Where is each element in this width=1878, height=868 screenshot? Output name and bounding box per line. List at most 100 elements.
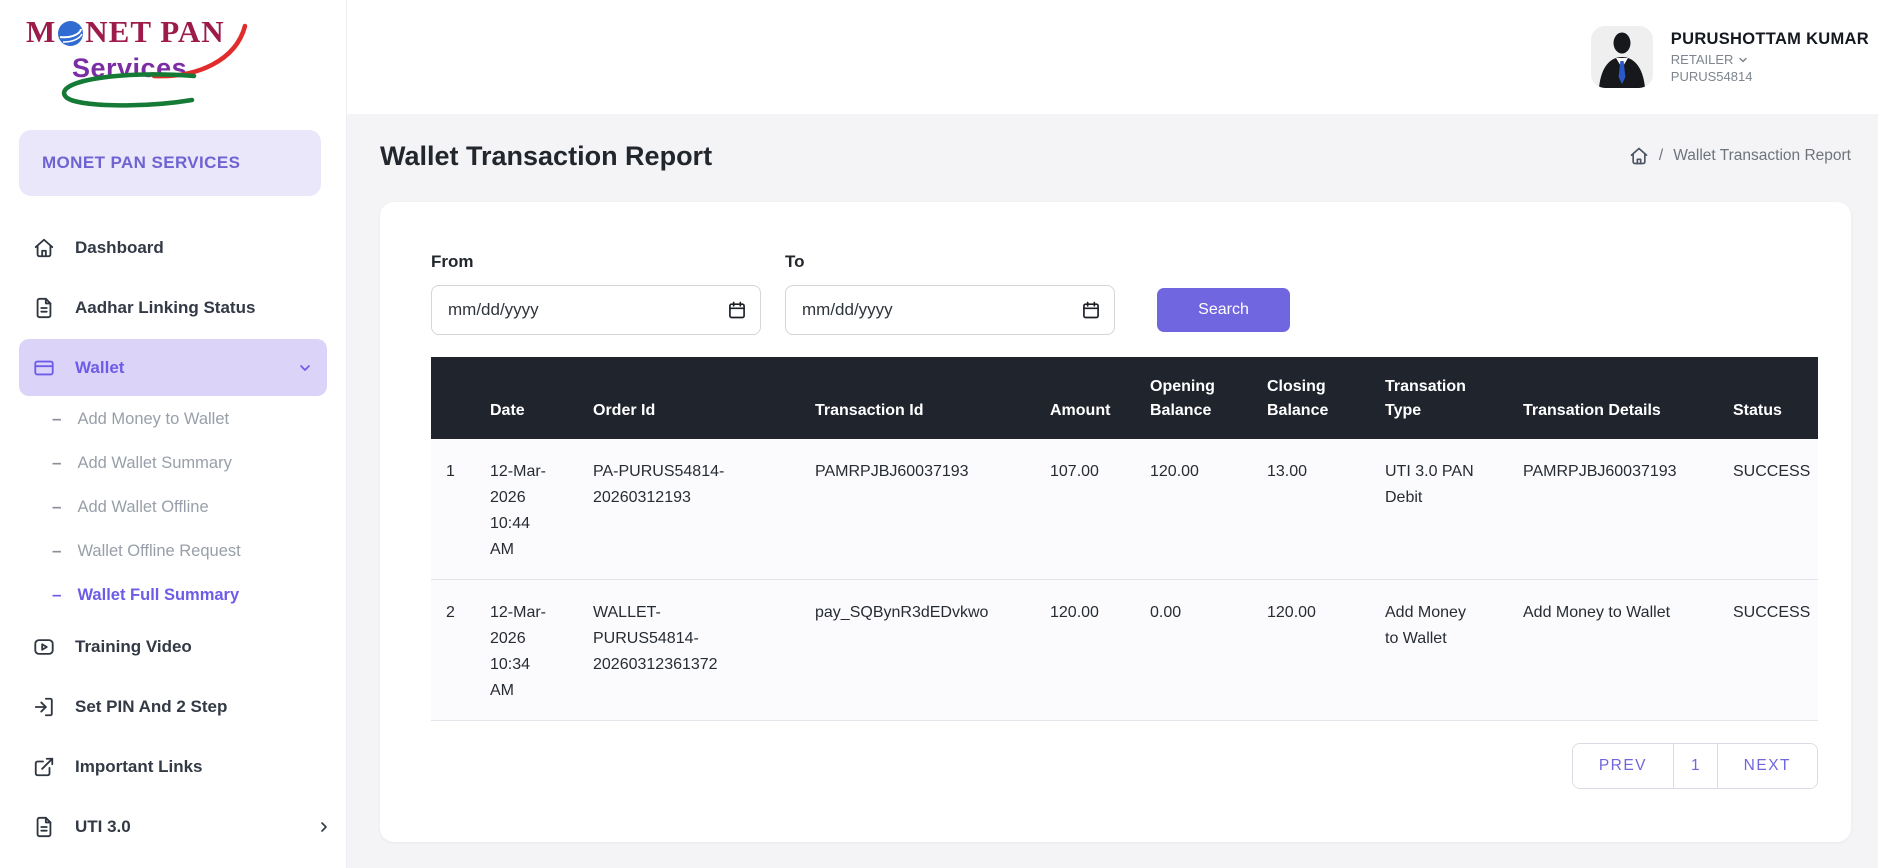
cell-status: SUCCESS bbox=[1718, 580, 1818, 721]
pager-group: PREV 1 NEXT bbox=[1572, 743, 1818, 789]
from-field: From bbox=[431, 252, 761, 335]
sidebar-item-aadhar-linking-status[interactable]: Aadhar Linking Status bbox=[0, 278, 346, 338]
page-head: Wallet Transaction Report / Wallet Trans… bbox=[380, 134, 1851, 178]
brand-box: MONET PAN SERVICES bbox=[19, 130, 321, 196]
to-field: To bbox=[785, 252, 1115, 335]
col-index bbox=[431, 357, 475, 439]
cell-amount: 107.00 bbox=[1035, 439, 1135, 580]
col-order-id: Order Id bbox=[578, 357, 800, 439]
cell-status: SUCCESS bbox=[1718, 439, 1818, 580]
sidebar-item-uti-3-0[interactable]: UTI 3.0 bbox=[0, 797, 346, 857]
col-transaction-id: Transaction Id bbox=[800, 357, 1035, 439]
cell-index: 1 bbox=[431, 439, 475, 580]
sidebar-item-label: Wallet bbox=[75, 358, 124, 378]
to-label: To bbox=[785, 252, 1115, 272]
page-title: Wallet Transaction Report bbox=[380, 141, 712, 172]
chevron-down-icon bbox=[1737, 54, 1749, 66]
dash-prefix: – bbox=[52, 409, 61, 429]
page-number-button[interactable]: 1 bbox=[1673, 744, 1717, 788]
cell-opening-balance: 0.00 bbox=[1135, 580, 1252, 721]
dash-prefix: – bbox=[52, 497, 61, 517]
sidebar-item-label: Dashboard bbox=[75, 238, 164, 258]
home-icon bbox=[33, 237, 55, 259]
cell-order-id: WALLET-PURUS54814-20260312361372 bbox=[578, 580, 800, 721]
brand-box-label: MONET PAN SERVICES bbox=[42, 153, 240, 173]
pagination: PREV 1 NEXT bbox=[431, 743, 1818, 789]
sidebar-subitem-add-wallet-offline[interactable]: – Add Wallet Offline bbox=[0, 485, 346, 529]
col-transation-details: Transation Details bbox=[1508, 357, 1718, 439]
sidebar-item-training-video[interactable]: Training Video bbox=[0, 617, 346, 677]
prev-page-button[interactable]: PREV bbox=[1573, 744, 1673, 788]
user-id: PURUS54814 bbox=[1671, 69, 1869, 84]
user-role-selector[interactable]: RETAILER bbox=[1671, 52, 1869, 67]
sidebar-subitem-label: Add Wallet Offline bbox=[77, 498, 208, 517]
cell-transation-details: Add Money to Wallet bbox=[1508, 580, 1718, 721]
sidebar-item-label: Set PIN And 2 Step bbox=[75, 697, 227, 717]
calendar-icon[interactable] bbox=[1081, 300, 1101, 320]
sidebar-subitem-label: Add Wallet Summary bbox=[77, 454, 231, 473]
cell-opening-balance: 120.00 bbox=[1135, 439, 1252, 580]
chevron-right-icon bbox=[316, 819, 332, 835]
chevron-down-icon bbox=[297, 360, 313, 376]
cell-closing-balance: 13.00 bbox=[1252, 439, 1370, 580]
cell-transaction-id: PAMRPJBJ60037193 bbox=[800, 439, 1035, 580]
sidebar-item-wallet[interactable]: Wallet bbox=[19, 339, 327, 396]
col-opening-balance: Opening Balance bbox=[1135, 357, 1252, 439]
table-header: Date Order Id Transaction Id Amount Open… bbox=[431, 357, 1818, 439]
user-name: PURUSHOTTAM KUMAR bbox=[1671, 30, 1869, 49]
sidebar-item-dashboard[interactable]: Dashboard bbox=[0, 218, 346, 278]
breadcrumb: / Wallet Transaction Report bbox=[1629, 146, 1851, 166]
sidebar-nav: Dashboard Aadhar Linking Status Wallet –… bbox=[0, 196, 346, 857]
from-label: From bbox=[431, 252, 761, 272]
calendar-icon[interactable] bbox=[727, 300, 747, 320]
sidebar-subitem-wallet-offline-request[interactable]: – Wallet Offline Request bbox=[0, 529, 346, 573]
filters: From To Search bbox=[431, 252, 1818, 335]
table-row: 1 12-Mar-2026 10:44 AM PA-PURUS54814-202… bbox=[431, 439, 1818, 580]
cell-closing-balance: 120.00 bbox=[1252, 580, 1370, 721]
logo-title-rest: NET PAN bbox=[85, 14, 224, 50]
col-amount: Amount bbox=[1035, 357, 1135, 439]
avatar bbox=[1591, 26, 1653, 88]
next-page-button[interactable]: NEXT bbox=[1717, 744, 1817, 788]
breadcrumb-separator: / bbox=[1659, 147, 1663, 165]
user-meta: PURUSHOTTAM KUMAR RETAILER PURUS54814 bbox=[1671, 30, 1869, 84]
sidebar-item-label: Important Links bbox=[75, 757, 203, 777]
sidebar-subitem-label: Wallet Full Summary bbox=[77, 586, 239, 605]
col-closing-balance: Closing Balance bbox=[1252, 357, 1370, 439]
user-silhouette-icon bbox=[1591, 26, 1653, 88]
cell-index: 2 bbox=[431, 580, 475, 721]
video-play-icon bbox=[33, 636, 55, 658]
sidebar-subitem-add-money-to-wallet[interactable]: – Add Money to Wallet bbox=[0, 397, 346, 441]
sidebar-subitem-add-wallet-summary[interactable]: – Add Wallet Summary bbox=[0, 441, 346, 485]
report-card: From To Search bbox=[380, 202, 1851, 842]
cell-transation-type: Add Money to Wallet bbox=[1370, 580, 1508, 721]
user-block: PURUSHOTTAM KUMAR RETAILER PURUS54814 bbox=[1591, 26, 1869, 88]
dash-prefix: – bbox=[52, 585, 61, 605]
document-icon bbox=[33, 297, 55, 319]
col-status: Status bbox=[1718, 357, 1818, 439]
to-date-input[interactable] bbox=[785, 285, 1115, 335]
sidebar-item-set-pin-2step[interactable]: Set PIN And 2 Step bbox=[0, 677, 346, 737]
search-button[interactable]: Search bbox=[1157, 288, 1290, 332]
logo-title: M NET PAN bbox=[26, 14, 276, 50]
cell-transation-type: UTI 3.0 PAN Debit bbox=[1370, 439, 1508, 580]
sidebar-item-label: Aadhar Linking Status bbox=[75, 298, 255, 318]
transactions-table: Date Order Id Transaction Id Amount Open… bbox=[431, 357, 1818, 721]
logo-subtitle: Services bbox=[72, 53, 276, 84]
table-row: 2 12-Mar-2026 10:34 AM WALLET-PURUS54814… bbox=[431, 580, 1818, 721]
external-link-icon bbox=[33, 756, 55, 778]
logo-globe-icon bbox=[57, 20, 84, 47]
sidebar-subitem-wallet-full-summary[interactable]: – Wallet Full Summary bbox=[0, 573, 346, 617]
sidebar-item-label: Training Video bbox=[75, 637, 192, 657]
cell-amount: 120.00 bbox=[1035, 580, 1135, 721]
sidebar-item-important-links[interactable]: Important Links bbox=[0, 737, 346, 797]
home-icon[interactable] bbox=[1629, 146, 1649, 166]
login-icon bbox=[33, 696, 55, 718]
monet-pan-logo: M NET PAN Services bbox=[26, 14, 276, 116]
document-icon bbox=[33, 816, 55, 838]
wallet-card-icon bbox=[33, 357, 55, 379]
from-date-input[interactable] bbox=[431, 285, 761, 335]
cell-transaction-id: pay_SQBynR3dEDvkwo bbox=[800, 580, 1035, 721]
breadcrumb-current: Wallet Transaction Report bbox=[1673, 147, 1851, 165]
cell-transation-details: PAMRPJBJ60037193 bbox=[1508, 439, 1718, 580]
